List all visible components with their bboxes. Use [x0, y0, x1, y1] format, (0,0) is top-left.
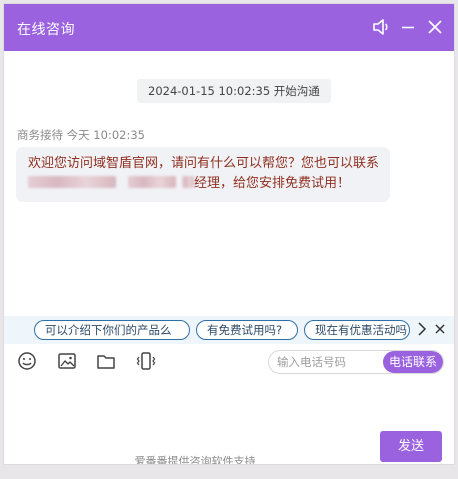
close-icon[interactable] — [423, 15, 447, 39]
quick-reply-chip[interactable]: 可以介绍下你们的产品么 — [34, 320, 190, 340]
phone-input[interactable] — [269, 351, 389, 373]
message-time: 今天 10:02:35 — [66, 128, 145, 142]
chat-window: 在线咨询 2024-01-15 10:02:35 开始沟通 商务接待 今天 10… — [3, 3, 455, 465]
chat-history[interactable]: 2024-01-15 10:02:35 开始沟通 商务接待 今天 10:02:3… — [4, 51, 454, 316]
quick-reply-chip[interactable]: 现在有优惠活动吗 — [304, 320, 410, 340]
close-icon[interactable] — [434, 319, 446, 344]
session-start-timestamp: 2024-01-15 10:02:35 开始沟通 — [137, 79, 331, 103]
message-input[interactable] — [14, 382, 448, 428]
composer-toolbar: 电话联系 — [4, 345, 454, 379]
message-bubble: 欢迎您访问域智盾官网，请问有什么可以帮您？您也可以联系经理，给您安排免费试用！ — [16, 147, 390, 202]
sender-name: 商务接待 — [17, 128, 63, 142]
folder-icon[interactable] — [95, 350, 117, 372]
quick-replies-bar: 可以介绍下你们的产品么 有免费试用吗? 现在有优惠活动吗 — [4, 316, 454, 344]
message-meta: 商务接待 今天 10:02:35 — [17, 127, 145, 143]
powered-by-note: 爱番番提供咨询软件支持 — [4, 453, 454, 465]
message-text-part2: 经理，给您安排免费试用！ — [194, 176, 351, 191]
window-title: 在线咨询 — [17, 22, 75, 38]
quick-reply-chip[interactable]: 有免费试用吗? — [196, 320, 298, 340]
phone-contact-group: 电话联系 — [268, 350, 444, 374]
message-text-part1: 欢迎您访问域智盾官网，请问有什么可以帮您？您也可以联系 — [28, 156, 380, 171]
phone-call-button[interactable]: 电话联系 — [383, 351, 443, 373]
title-bar: 在线咨询 — [4, 4, 454, 51]
minimize-icon[interactable] — [396, 15, 420, 39]
powered-by-text: 爱番番提供咨询软件支持 — [134, 455, 256, 465]
redacted-text — [28, 176, 116, 188]
image-icon[interactable] — [56, 350, 78, 372]
chevron-right-icon[interactable] — [417, 319, 427, 344]
volume-icon[interactable] — [370, 15, 394, 39]
vibrate-icon[interactable] — [135, 350, 157, 372]
redacted-text — [182, 176, 194, 188]
emoji-icon[interactable] — [16, 350, 38, 372]
redacted-text — [128, 176, 176, 188]
